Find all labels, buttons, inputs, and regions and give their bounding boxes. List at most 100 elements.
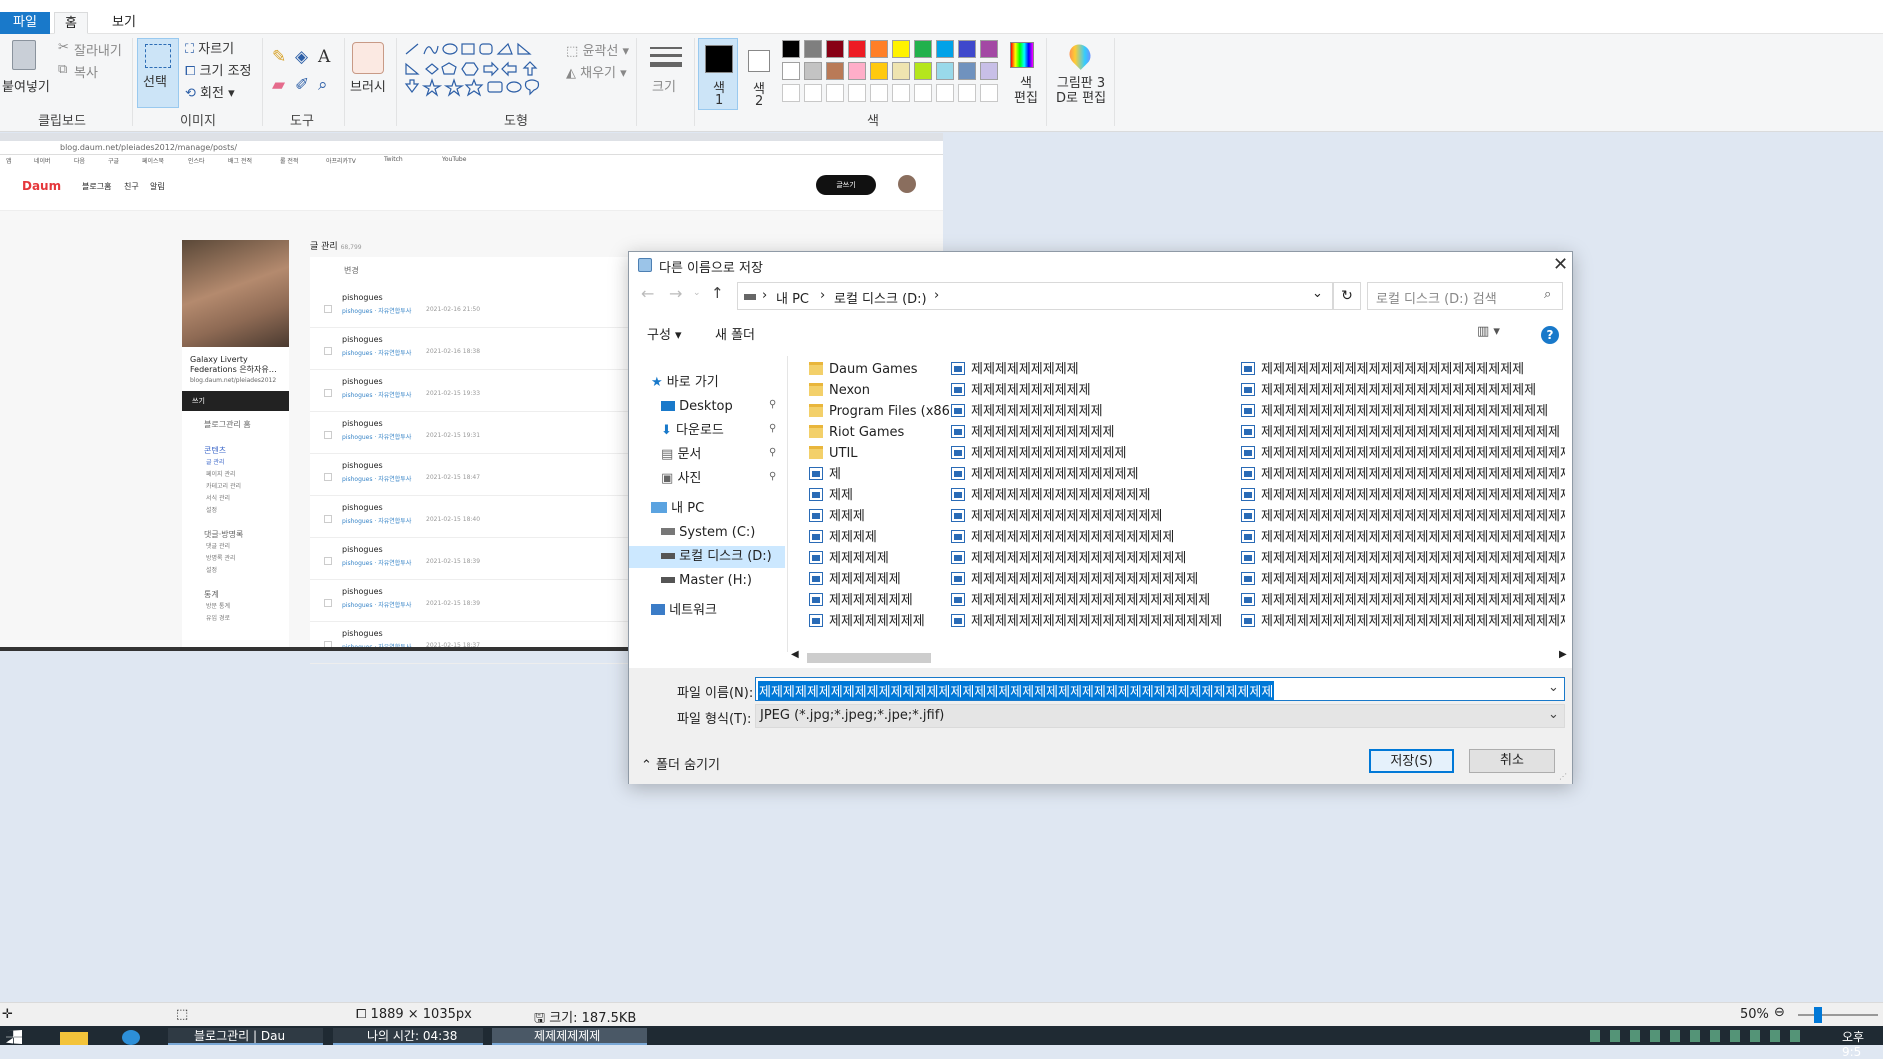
palette-swatch[interactable] [936, 40, 954, 58]
file-item[interactable]: UTIL [809, 444, 949, 464]
palette-swatch[interactable] [870, 40, 888, 58]
file-item[interactable]: 제제제 [809, 507, 949, 527]
file-item[interactable]: 제제제제제제제제제제제제제제제제제제제제제제제제 [1241, 402, 1565, 422]
taskbar-item-timer[interactable]: 나의 시간: 04:38 [333, 1028, 483, 1045]
address-bar[interactable]: › 내 PC › 로컬 디스크 (D:) › ⌄ [737, 282, 1333, 310]
search-input[interactable]: 로컬 디스크 (D:) 검색 [1376, 288, 1497, 307]
file-list[interactable]: Daum Games Nexon Program Files (x86) Riot G… [809, 360, 1565, 642]
color1-button[interactable]: 색 1 [698, 38, 738, 110]
file-item[interactable]: 제제제제제제제제제제제 [951, 402, 1237, 422]
forward-icon[interactable]: → [669, 284, 682, 303]
file-item[interactable]: 제제제제제제제제제제제제제제제제제제제제제 [951, 612, 1237, 632]
file-item[interactable]: 제제제제제제제제 [809, 612, 949, 632]
file-explorer-icon[interactable] [60, 1032, 88, 1045]
file-item[interactable]: 제제제제제제 [809, 570, 949, 590]
file-item[interactable]: 제제제제제제제제제제제제제제 [951, 465, 1237, 485]
taskbar-item-paint[interactable]: 제제제제제제 [492, 1028, 647, 1045]
palette-swatch[interactable] [804, 40, 822, 58]
palette-swatch[interactable] [980, 40, 998, 58]
nav-system-c[interactable]: System (C:) [661, 522, 755, 544]
filename-input[interactable]: 제제제제제제제제제제제제제제제제제제제제제제제제제제제제제제제제제제제제제제제제… [758, 681, 1275, 700]
nav-documents[interactable]: ▤ 문서 [661, 444, 701, 466]
organize-button[interactable]: 구성 ▾ [647, 324, 682, 343]
filename-dropdown-icon[interactable]: ⌄ [1548, 680, 1559, 695]
size-button[interactable]: 크기 [652, 76, 676, 95]
file-item[interactable]: 제제제제제제제제제제제제제제제제제제제제제제제제제제제제 [1241, 486, 1565, 506]
copy-icon[interactable]: ⧉ [58, 62, 67, 77]
hide-folders-button[interactable]: ⌃ 폴더 숨기기 [641, 754, 720, 773]
brush-button[interactable]: 브러시 [350, 76, 386, 95]
copy-button[interactable]: 복사 [74, 62, 98, 81]
file-item[interactable]: 제제 [809, 486, 949, 506]
tray-icons[interactable] [1590, 1030, 1800, 1042]
nav-network[interactable]: 네트워크 [651, 600, 717, 622]
refresh-icon[interactable]: ↻ [1333, 282, 1361, 310]
palette-swatch[interactable] [936, 62, 954, 80]
shapes-gallery[interactable] [404, 42, 554, 100]
palette-swatch[interactable] [914, 62, 932, 80]
file-item[interactable]: 제제제제제제제제제제제제제제제 [951, 486, 1237, 506]
taskbar-item-chrome[interactable]: 블로그관리 | Dau [168, 1028, 323, 1045]
palette-swatch[interactable] [782, 40, 800, 58]
text-icon[interactable]: A [318, 48, 330, 66]
new-folder-button[interactable]: 새 폴더 [715, 324, 755, 343]
filename-field[interactable]: 제제제제제제제제제제제제제제제제제제제제제제제제제제제제제제제제제제제제제제제제… [755, 677, 1565, 701]
select-button[interactable]: 선택 [137, 38, 179, 108]
zoom-out-icon[interactable]: ⊖ [1774, 1005, 1785, 1020]
breadcrumb-mypc[interactable]: 내 PC [776, 288, 809, 307]
file-item[interactable]: 제제제제제제제제제제제제제제제제제제제제제제제제제제제제제 [1241, 507, 1565, 527]
palette-swatch[interactable] [804, 62, 822, 80]
cancel-button[interactable]: 취소 [1469, 749, 1555, 773]
color-palette[interactable] [782, 40, 1002, 106]
nav-desktop[interactable]: Desktop [661, 396, 733, 418]
nav-mypc[interactable]: 내 PC [651, 498, 704, 520]
nav-quick-access[interactable]: ★ 바로 가기 [651, 372, 719, 394]
view-options-icon[interactable]: ▥ ▾ [1477, 324, 1500, 339]
scroll-left-icon[interactable]: ◀ [791, 649, 799, 660]
file-item[interactable]: 제제제제제제제제제제제제제제제제제제제제제제제제제제제제제제제제제 [1241, 591, 1565, 611]
file-item[interactable]: 제제제제제제제제제제제제제제제제제 [951, 528, 1237, 548]
zoom-slider[interactable] [1798, 1014, 1878, 1016]
edge-icon[interactable] [122, 1030, 140, 1045]
cut-button[interactable]: 잘라내기 [74, 40, 122, 59]
palette-swatch[interactable] [848, 40, 866, 58]
file-item[interactable]: 제 [809, 465, 949, 485]
paint3d-icon[interactable] [1065, 40, 1095, 70]
close-icon[interactable]: ✕ [1553, 254, 1568, 275]
edit-colors-icon[interactable] [1010, 42, 1034, 68]
nav-pictures[interactable]: ▣ 사진 [661, 468, 701, 490]
file-item[interactable]: 제제제제제제제제제제제제제제제제제제제제제제제제제제제제제제제제 [1241, 570, 1565, 590]
color2-button[interactable]: 색 2 [744, 38, 774, 110]
tab-file[interactable]: 파일 [0, 12, 50, 34]
save-button[interactable]: 저장(S) [1369, 749, 1454, 773]
scroll-thumb[interactable] [807, 653, 931, 663]
palette-swatch[interactable] [826, 62, 844, 80]
paint3d-button[interactable]: 그림판 3 D로 편집 [1056, 76, 1106, 106]
scroll-right-icon[interactable]: ▶ [1559, 649, 1567, 660]
cut-icon[interactable]: ✂ [58, 40, 69, 55]
palette-swatch[interactable] [826, 84, 844, 102]
palette-swatch[interactable] [936, 84, 954, 102]
eraser-icon[interactable]: ▰ [272, 76, 285, 94]
paste-button[interactable]: 붙여넣기 [2, 76, 50, 95]
size-icon[interactable] [650, 44, 682, 72]
palette-swatch[interactable] [782, 62, 800, 80]
file-item[interactable]: 제제제제제제제제제제제제제제제제제제제제제제제제제제제제제제제 [1241, 549, 1565, 569]
file-item[interactable]: Program Files (x86) [809, 402, 949, 422]
palette-swatch[interactable] [782, 84, 800, 102]
palette-swatch[interactable] [914, 40, 932, 58]
zoom-thumb[interactable] [1814, 1007, 1822, 1023]
palette-swatch[interactable] [848, 62, 866, 80]
file-item[interactable]: 제제제제제제제제제제제제제제제제제제제제제제제제제제 [1241, 444, 1565, 464]
resize-button[interactable]: ⧠ 크기 조정 [185, 60, 252, 79]
pencil-icon[interactable]: ✎ [272, 48, 286, 66]
fill-icon[interactable]: ◈ [295, 48, 308, 66]
palette-swatch[interactable] [870, 62, 888, 80]
nav-local-d[interactable]: 로컬 디스크 (D:) [629, 546, 785, 568]
file-item[interactable]: Nexon [809, 381, 949, 401]
file-item[interactable]: 제제제제제제제제제제 [951, 381, 1237, 401]
file-item[interactable]: Riot Games [809, 423, 949, 443]
palette-swatch[interactable] [826, 40, 844, 58]
file-item[interactable]: 제제제제제 [809, 549, 949, 569]
magnifier-icon[interactable]: ⌕ [318, 76, 328, 94]
